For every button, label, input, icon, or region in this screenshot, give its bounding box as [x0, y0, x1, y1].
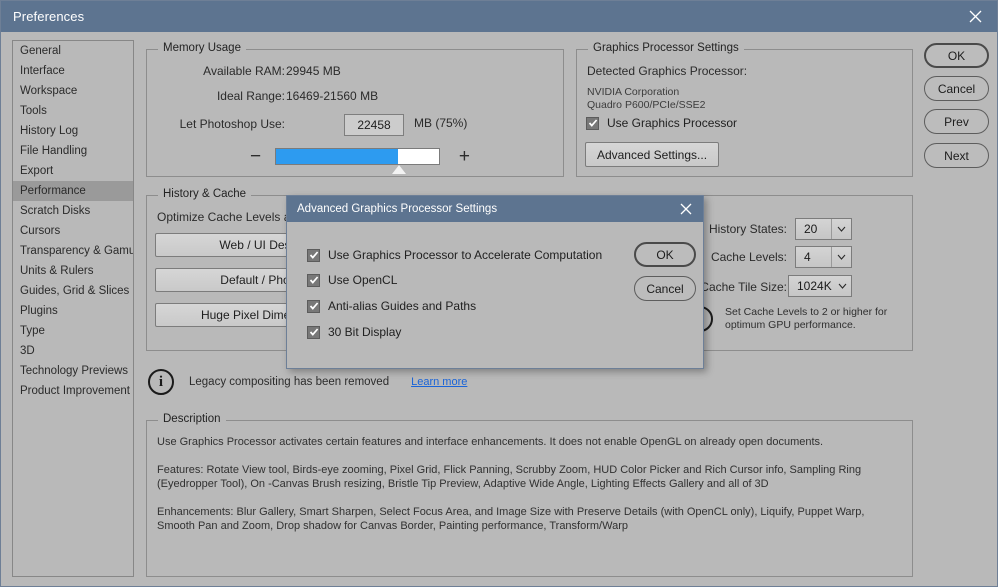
dialog-checkbox-anti-alias-guides[interactable]: Anti-alias Guides and Paths: [307, 299, 476, 313]
slider-thumb[interactable]: [391, 165, 406, 174]
dialog-checkbox-label: Anti-alias Guides and Paths: [328, 299, 477, 313]
cache-levels-select[interactable]: 4: [795, 246, 852, 268]
sidebar-item-interface[interactable]: Interface: [13, 61, 133, 81]
dialog-checkbox-use-opencl[interactable]: Use OpenCL: [307, 273, 397, 287]
sidebar-item-scratch-disks[interactable]: Scratch Disks: [13, 201, 133, 221]
sidebar-item-plugins[interactable]: Plugins: [13, 301, 133, 321]
description-paragraph: Features: Rotate View tool, Birds-eye zo…: [157, 464, 862, 490]
sidebar-item-transparency-gamut[interactable]: Transparency & Gamut: [13, 241, 133, 261]
detected-gpu-label: Detected Graphics Processor:: [587, 64, 748, 78]
description-legend: Description: [158, 413, 226, 425]
dialog-checkbox-accelerate-computation[interactable]: Use Graphics Processor to Accelerate Com…: [307, 248, 602, 262]
close-icon[interactable]: [953, 1, 997, 32]
checkbox-icon: [307, 299, 320, 313]
let-photoshop-use-label: Let Photoshop Use:: [179, 117, 285, 131]
memory-usage-group: Memory Usage Available RAM: 29945 MB Ide…: [146, 42, 564, 177]
chevron-down-icon: [831, 247, 851, 267]
sidebar-item-guides-grid-slices[interactable]: Guides, Grid & Slices: [13, 281, 133, 301]
window-titlebar: Preferences: [1, 1, 997, 32]
available-ram-label: Available RAM:: [203, 64, 285, 78]
dialog-ok-button[interactable]: OK: [634, 242, 696, 267]
window-title: Preferences: [13, 9, 85, 24]
sidebar-item-history-log[interactable]: History Log: [13, 121, 133, 141]
close-icon[interactable]: [673, 196, 699, 222]
let-photoshop-use-unit: MB (75%): [414, 116, 468, 130]
next-button[interactable]: Next: [924, 143, 989, 168]
dialog-checkbox-30-bit-display[interactable]: 30 Bit Display: [307, 325, 401, 339]
advanced-graphics-processor-dialog: Advanced Graphics Processor Settings Use…: [286, 195, 704, 369]
dialog-checkbox-label: Use Graphics Processor to Accelerate Com…: [328, 248, 603, 262]
graphics-processor-legend: Graphics Processor Settings: [588, 42, 744, 54]
dialog-checkbox-label: 30 Bit Display: [328, 325, 402, 339]
use-graphics-processor-checkbox[interactable]: Use Graphics Processor: [586, 116, 737, 130]
dialog-cancel-button[interactable]: Cancel: [634, 276, 696, 301]
sidebar-item-type[interactable]: Type: [13, 321, 133, 341]
description-paragraph: Enhancements: Blur Gallery, Smart Sharpe…: [157, 506, 865, 532]
slider-increase-icon[interactable]: +: [459, 147, 470, 166]
dialog-titlebar: Advanced Graphics Processor Settings: [287, 196, 703, 222]
learn-more-link[interactable]: Learn more: [411, 376, 467, 388]
cancel-button[interactable]: Cancel: [924, 76, 989, 101]
legacy-compositing-text: Legacy compositing has been removed: [189, 376, 390, 388]
available-ram-value: 29945 MB: [286, 64, 341, 78]
slider-fill: [276, 149, 399, 164]
use-graphics-processor-label: Use Graphics Processor: [607, 116, 738, 130]
slider-decrease-icon[interactable]: −: [250, 147, 261, 166]
prev-button[interactable]: Prev: [924, 109, 989, 134]
chevron-down-icon: [831, 219, 851, 239]
sidebar-item-performance[interactable]: Performance: [13, 181, 133, 201]
graphics-processor-group: Graphics Processor Settings Detected Gra…: [576, 42, 913, 177]
dialog-body: Use Graphics Processor to Accelerate Com…: [287, 222, 703, 370]
gpu-model: Quadro P600/PCIe/SSE2: [587, 99, 706, 111]
description-text: Use Graphics Processor activates certain…: [157, 435, 902, 547]
history-states-value: 20: [804, 222, 818, 236]
chevron-down-icon: [833, 276, 851, 296]
dialog-checkbox-label: Use OpenCL: [328, 273, 398, 287]
sidebar-item-file-handling[interactable]: File Handling: [13, 141, 133, 161]
memory-slider[interactable]: − +: [250, 147, 470, 174]
sidebar-item-cursors[interactable]: Cursors: [13, 221, 133, 241]
checkbox-icon: [307, 325, 320, 339]
history-states-select[interactable]: 20: [795, 218, 852, 240]
memory-usage-legend: Memory Usage: [158, 42, 246, 54]
checkbox-icon: [586, 116, 599, 130]
cache-tile-size-value: 1024K: [797, 279, 832, 293]
cache-warning-line-1: Set Cache Levels to 2 or higher for: [725, 306, 888, 318]
cache-levels-value: 4: [804, 250, 811, 264]
history-cache-legend: History & Cache: [158, 188, 252, 200]
sidebar-item-technology-previews[interactable]: Technology Previews: [13, 361, 133, 381]
checkbox-icon: [307, 273, 320, 287]
advanced-settings-button[interactable]: Advanced Settings...: [585, 142, 719, 167]
gpu-vendor: NVIDIA Corporation: [587, 86, 680, 98]
info-icon: i: [148, 369, 174, 395]
sidebar-item-units-rulers[interactable]: Units & Rulers: [13, 261, 133, 281]
sidebar-item-general[interactable]: General: [13, 41, 133, 61]
ideal-range-value: 16469-21560 MB: [286, 89, 379, 103]
sidebar-item-tools[interactable]: Tools: [13, 101, 133, 121]
sidebar-item-3d[interactable]: 3D: [13, 341, 133, 361]
ideal-range-label: Ideal Range:: [216, 89, 285, 103]
sidebar-item-product-improvement[interactable]: Product Improvement: [13, 381, 133, 401]
sidebar-item-export[interactable]: Export: [13, 161, 133, 181]
ok-button[interactable]: OK: [924, 43, 989, 68]
cache-warning-line-2: optimum GPU performance.: [725, 319, 856, 331]
preferences-category-list[interactable]: General Interface Workspace Tools History Lo…: [12, 40, 134, 577]
sidebar-item-workspace[interactable]: Workspace: [13, 81, 133, 101]
description-group: Description Use Graphics Processor activ…: [146, 413, 913, 577]
let-photoshop-use-input[interactable]: 22458: [344, 114, 404, 136]
dialog-title: Advanced Graphics Processor Settings: [297, 203, 498, 215]
cache-tile-size-select[interactable]: 1024K: [788, 275, 852, 297]
slider-track[interactable]: [275, 148, 440, 165]
legacy-compositing-banner: i Legacy compositing has been removed Le…: [148, 369, 467, 395]
preferences-window: Preferences General Interface Workspace Too…: [0, 0, 998, 587]
description-paragraph: Use Graphics Processor activates certain…: [157, 436, 824, 448]
checkbox-icon: [307, 248, 320, 262]
